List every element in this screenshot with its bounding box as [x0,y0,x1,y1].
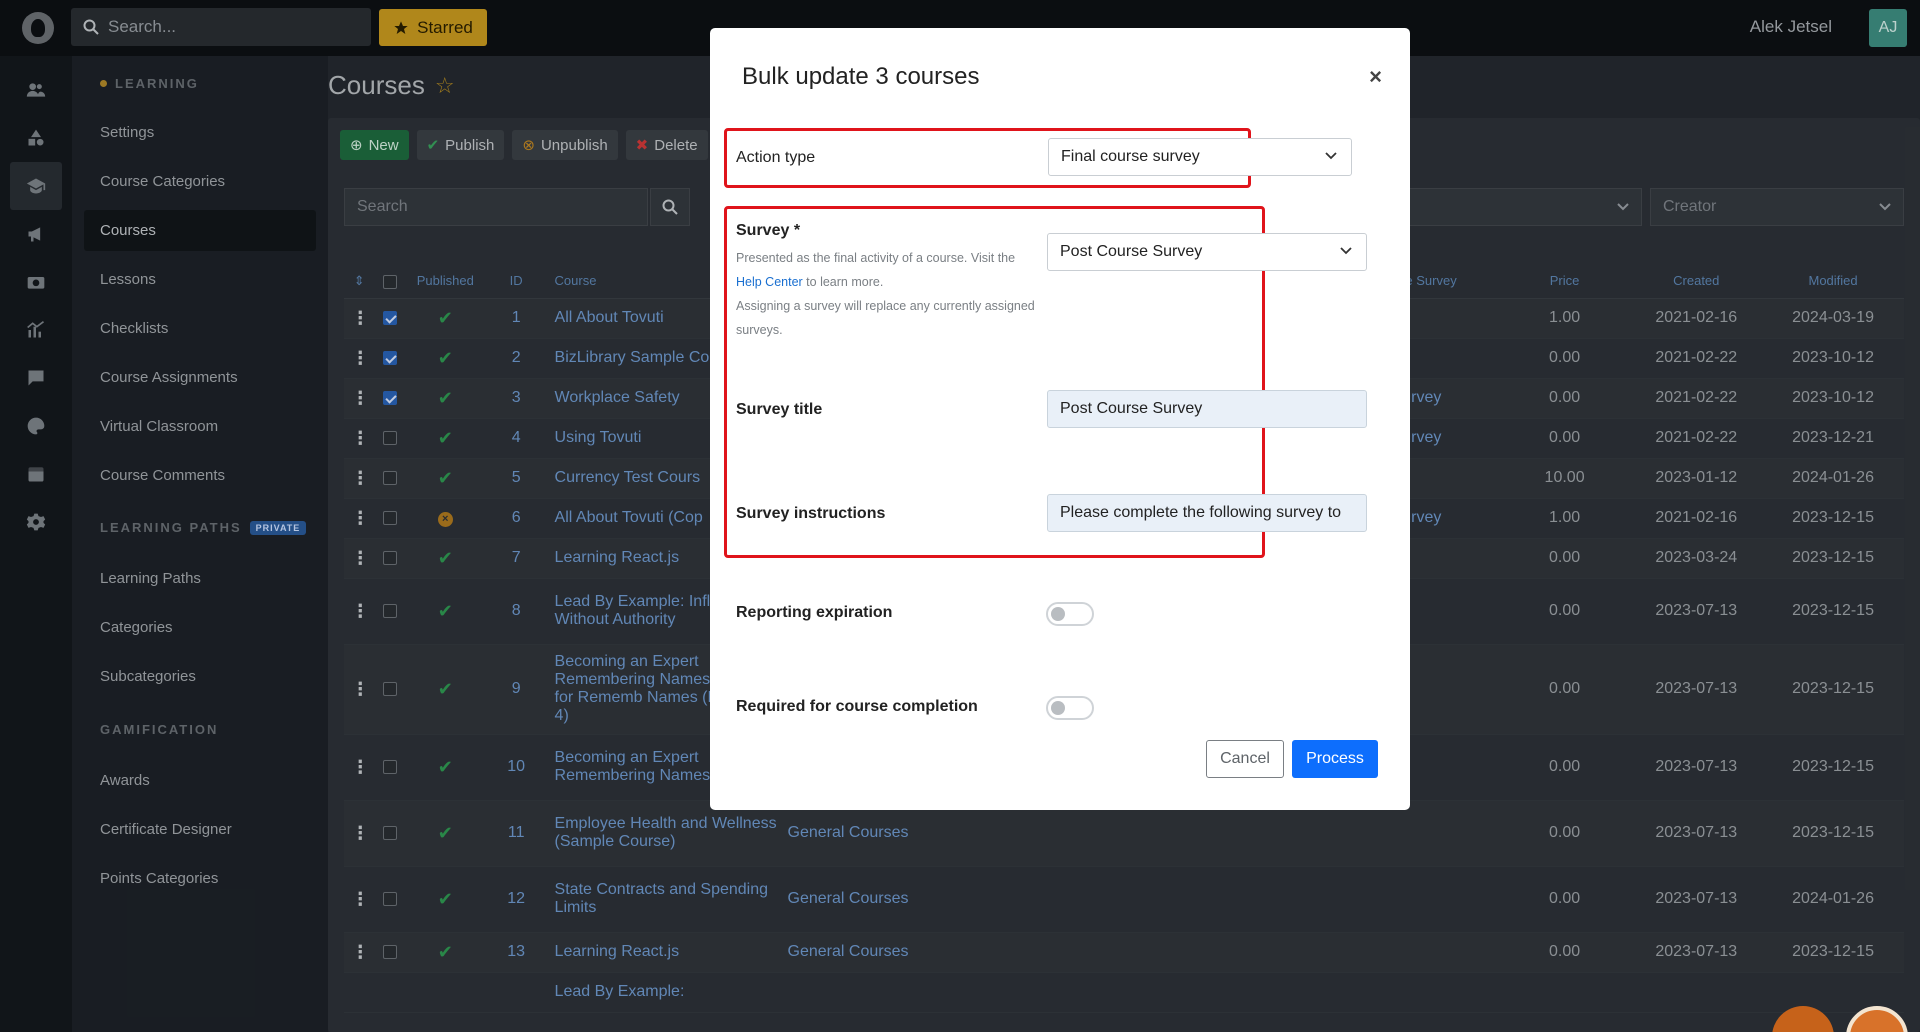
modal-title: Bulk update 3 courses [742,63,980,90]
survey-instructions-label: Survey instructions [736,505,886,522]
action-type-select[interactable]: Final course survey [1048,138,1352,176]
survey-title-input[interactable]: Post Course Survey [1047,390,1367,428]
reporting-expiration-label: Reporting expiration [736,604,893,621]
cancel-button[interactable]: Cancel [1206,740,1284,778]
survey-label: Survey * [736,222,801,239]
required-completion-toggle[interactable] [1046,696,1094,720]
bulk-update-modal: Bulk update 3 courses × Action type Fina… [710,28,1410,810]
reporting-expiration-toggle[interactable] [1046,602,1094,626]
action-type-label: Action type [736,149,816,166]
chevron-down-icon [1340,247,1352,255]
process-button[interactable]: Process [1292,740,1378,778]
survey-instructions-input[interactable]: Please complete the following survey to [1047,494,1367,532]
survey-select[interactable]: Post Course Survey [1047,233,1367,271]
survey-title-label: Survey title [736,401,823,418]
close-icon[interactable]: × [1369,66,1382,88]
survey-help-text: Presented as the final activity of a cou… [736,251,1035,337]
help-center-link[interactable]: Help Center [736,275,803,289]
chevron-down-icon [1325,152,1337,160]
required-completion-label: Required for course completion [736,698,978,715]
